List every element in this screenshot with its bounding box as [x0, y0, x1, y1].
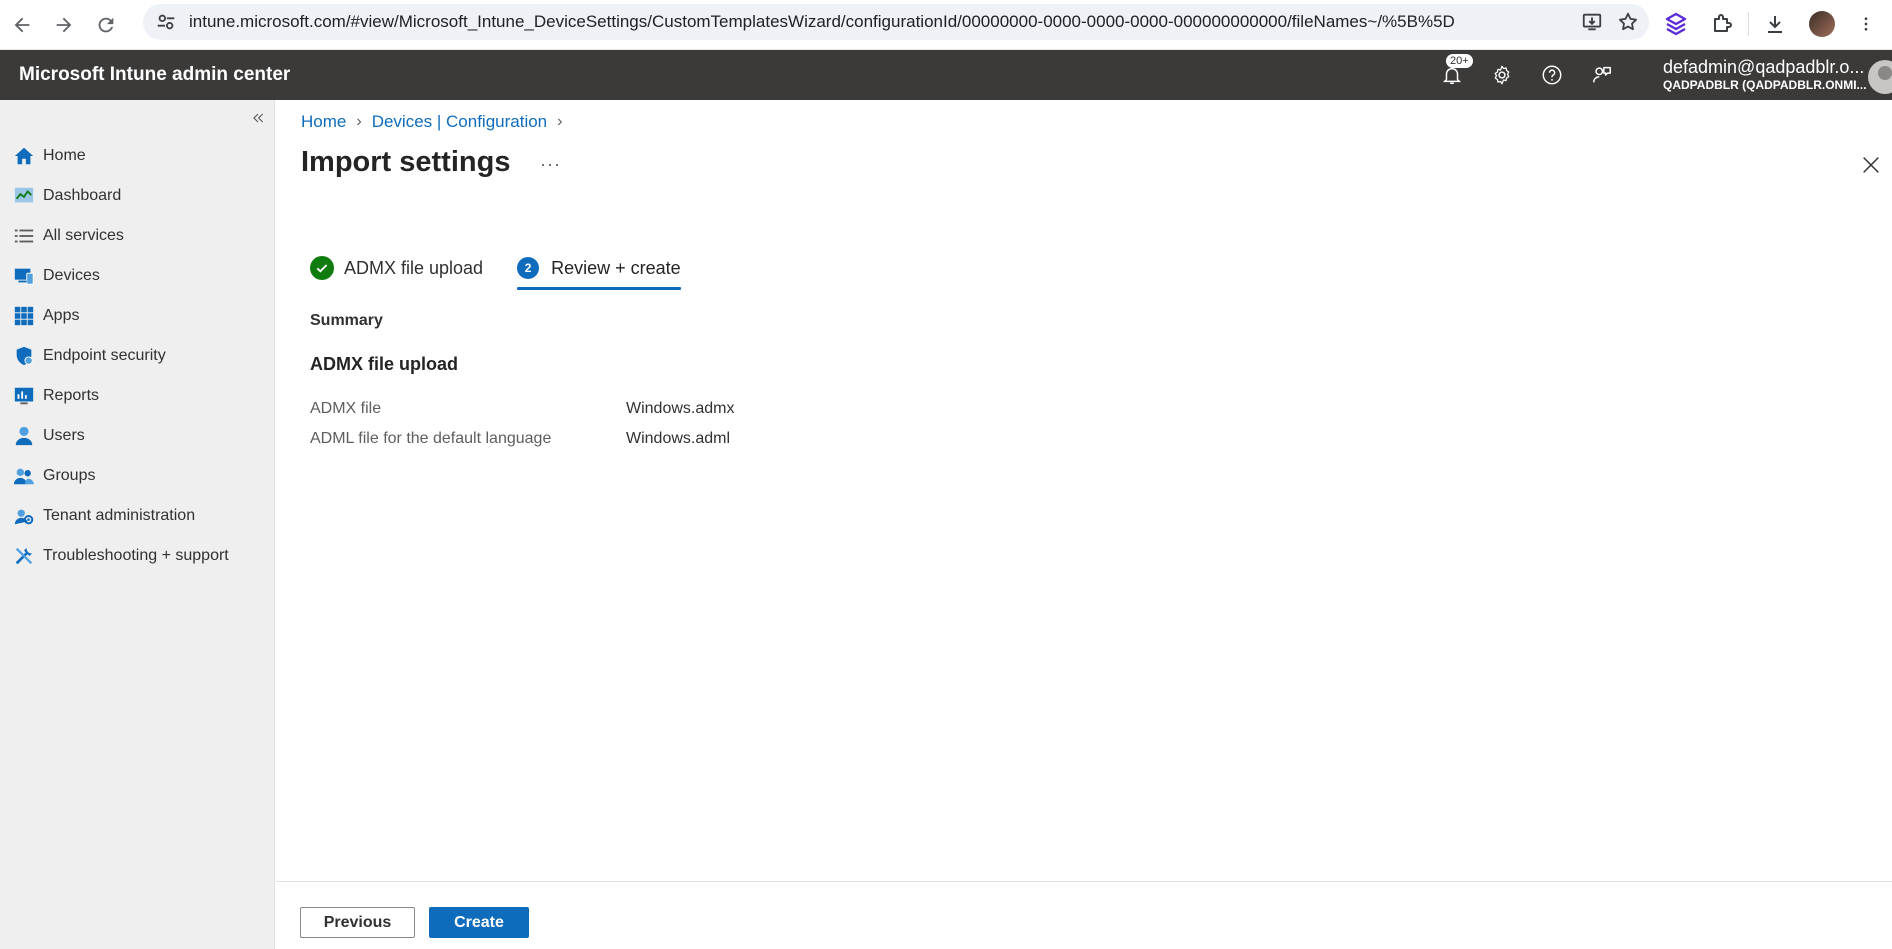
feedback-button[interactable] [1590, 63, 1614, 87]
user-avatar[interactable] [1868, 60, 1892, 94]
sidebar-item-label: Dashboard [43, 187, 122, 204]
reload-icon [98, 17, 114, 32]
chevron-right-icon: › [356, 113, 362, 130]
user-name: defadmin@qadpadblr.o... [1663, 57, 1865, 77]
create-button[interactable]: Create [429, 907, 529, 938]
tenant-admin-icon [14, 509, 34, 525]
notifications-button[interactable]: 20+ [1440, 54, 1473, 87]
address-bar[interactable]: intune.microsoft.com/#view/Microsoft_Int… [143, 4, 1649, 40]
sidebar-item-label: Reports [43, 387, 100, 404]
breadcrumb-home-link[interactable]: Home [301, 112, 346, 132]
step-number: 2 [517, 257, 540, 279]
app-title[interactable]: Microsoft Intune admin center [19, 64, 290, 86]
account-menu[interactable]: defadmin@qadpadblr.o... QADPADBLR (QADPA… [1663, 56, 1867, 92]
suite-header: Microsoft Intune admin center 20+ defadm… [0, 50, 1892, 100]
field-label: ADML file for the default language [310, 430, 552, 447]
toolbar-divider [1748, 12, 1749, 36]
page-title: Import settings [301, 146, 511, 178]
field-value: Windows.admx [626, 400, 735, 417]
url-text: intune.microsoft.com/#view/Microsoft_Int… [189, 12, 1455, 31]
sidebar-item-label: Devices [43, 267, 100, 284]
more-options-button[interactable]: ··· [540, 154, 561, 175]
browser-menu-icon[interactable] [1857, 12, 1875, 36]
sidebar-item-users[interactable]: Users [0, 416, 275, 456]
sidebar-item-endpoint-security[interactable]: Endpoint security [0, 336, 275, 376]
forward-button[interactable] [44, 5, 84, 45]
section-heading: ADMX file upload [310, 354, 458, 374]
double-chevron-left-icon [253, 113, 264, 123]
reload-button[interactable] [86, 5, 126, 45]
feedback-icon [1593, 66, 1611, 83]
sidebar-item-home[interactable]: Home [0, 136, 275, 176]
help-button[interactable] [1540, 63, 1564, 87]
sidebar-item-label: Users [43, 427, 85, 444]
sidebar-item-apps[interactable]: Apps [0, 296, 275, 336]
dashboard-icon [14, 187, 34, 203]
reports-icon [14, 387, 34, 405]
sidebar-item-label: Tenant administration [43, 507, 196, 524]
sidebar-item-tenant-administration[interactable]: Tenant administration [0, 496, 275, 536]
groups-icon [13, 468, 35, 485]
all-services-icon [14, 229, 34, 243]
home-icon [14, 147, 34, 165]
bookmark-star-icon[interactable] [1617, 11, 1639, 33]
sidebar-item-groups[interactable]: Groups [0, 456, 275, 496]
browser-toolbar: intune.microsoft.com/#view/Microsoft_Int… [0, 0, 1892, 50]
sidebar-item-label: Groups [43, 467, 96, 484]
summary-label: Summary [310, 312, 383, 329]
sidebar-item-reports[interactable]: Reports [0, 376, 275, 416]
settings-button[interactable] [1490, 63, 1514, 87]
gear-icon [1494, 65, 1510, 85]
step-admx-file-upload[interactable]: ADMX file upload [310, 250, 483, 286]
step-review-create[interactable]: 2 Review + create [517, 250, 681, 290]
download-icon[interactable] [1763, 12, 1787, 36]
sidebar-item-label: Endpoint security [43, 347, 166, 364]
sidebar-item-devices[interactable]: Devices [0, 256, 275, 296]
sidebar-item-label: Apps [43, 307, 80, 324]
site-settings-icon[interactable] [155, 11, 177, 33]
checkmark-circle-icon [310, 256, 334, 280]
extension-logo-icon[interactable] [1664, 12, 1688, 36]
main-panel: Home › Devices | Configuration › Import … [276, 100, 1892, 949]
apps-icon [14, 306, 34, 326]
breadcrumb: Home › Devices | Configuration › [301, 112, 572, 132]
breadcrumb-devices-configuration-link[interactable]: Devices | Configuration [372, 112, 547, 132]
wizard-steps: ADMX file upload 2 Review + create [310, 250, 715, 290]
sidebar-item-label: All services [43, 227, 124, 244]
sidebar-item-all-services[interactable]: All services [0, 216, 275, 256]
back-button[interactable] [2, 5, 42, 45]
arrow-right-icon [56, 17, 72, 32]
user-tenant: QADPADBLR (QADPADBLR.ONMI... [1663, 78, 1867, 92]
summary-row-adml-file: ADML file for the default language Windo… [310, 430, 730, 448]
close-icon[interactable] [1860, 154, 1882, 176]
step-label: ADMX file upload [344, 257, 484, 278]
field-label: ADMX file [310, 400, 382, 417]
collapse-sidebar-button[interactable] [248, 108, 268, 128]
sidebar-item-label: Home [43, 147, 86, 164]
notification-badge: 20+ [1446, 54, 1473, 68]
troubleshooting-icon [15, 547, 33, 565]
sidebar-item-label: Troubleshooting + support [43, 547, 229, 564]
browser-profile-avatar[interactable] [1809, 11, 1835, 37]
extensions-puzzle-icon[interactable] [1710, 12, 1734, 36]
sidebar-item-dashboard[interactable]: Dashboard [0, 176, 275, 216]
chevron-right-icon: › [557, 113, 563, 130]
wizard-footer: Previous Create [276, 881, 1892, 949]
shield-icon [16, 346, 33, 366]
arrow-left-icon [14, 17, 30, 32]
summary-row-admx-file: ADMX file Windows.admx [310, 400, 734, 418]
user-icon [15, 426, 33, 446]
devices-icon [14, 268, 34, 285]
sidebar-item-troubleshooting[interactable]: Troubleshooting + support [0, 536, 275, 576]
install-app-icon[interactable] [1581, 11, 1603, 33]
step-label: Review + create [551, 257, 681, 278]
help-icon [1542, 65, 1562, 85]
previous-button[interactable]: Previous [300, 907, 415, 938]
field-value: Windows.adml [626, 430, 731, 447]
sidebar: Home Dashboard All services Devices Apps… [0, 100, 275, 949]
